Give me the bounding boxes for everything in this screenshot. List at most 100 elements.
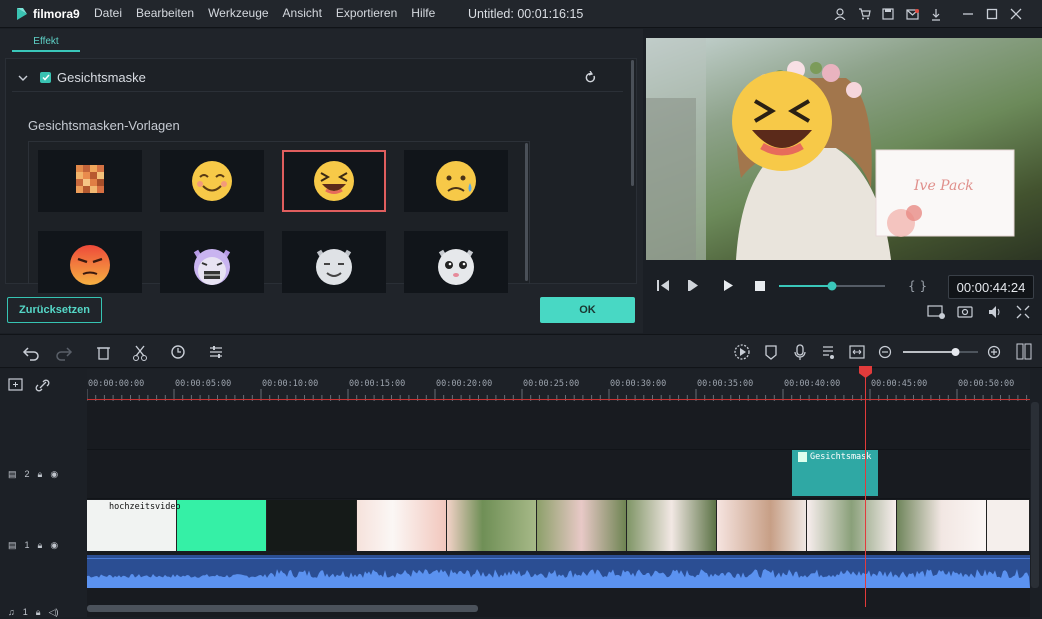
clip-thumbnail bbox=[537, 500, 627, 551]
audio-waveform-clip[interactable] bbox=[87, 555, 1030, 588]
cart-icon[interactable] bbox=[852, 5, 876, 23]
mask-tile-smile[interactable] bbox=[160, 150, 264, 212]
face-mask-checkbox[interactable] bbox=[40, 72, 51, 83]
chevron-down-icon[interactable] bbox=[18, 74, 28, 82]
ruler-tick-label: 00:00:00:00 bbox=[88, 379, 145, 389]
maximize-icon[interactable] bbox=[980, 5, 1004, 23]
mask-tile-pixelate[interactable] bbox=[38, 150, 142, 212]
add-track-icon[interactable] bbox=[8, 378, 23, 391]
minimize-icon[interactable] bbox=[956, 5, 980, 23]
zoom-slider-knob[interactable] bbox=[951, 348, 960, 356]
track-1-header: ▤ 1 🔒︎ ◉ bbox=[0, 535, 87, 555]
laughing-face-mask bbox=[732, 71, 832, 171]
timeline-horizontal-scrollbar[interactable] bbox=[87, 605, 478, 612]
reset-rotate-icon[interactable] bbox=[585, 71, 597, 84]
timeline-top-line bbox=[87, 399, 1030, 400]
section-header: Gesichtsmaske bbox=[12, 64, 623, 92]
menu-hilfe[interactable]: Hilfe bbox=[411, 6, 435, 20]
prev-frame-icon[interactable] bbox=[657, 280, 669, 291]
pixelate-mask-icon bbox=[76, 165, 104, 193]
eye-icon[interactable]: ◉ bbox=[50, 469, 58, 480]
zoom-in-icon[interactable] bbox=[987, 345, 1001, 359]
timeline-ruler[interactable]: 00:00:00:00 00:00:05:00 00:00:10:00 00:0… bbox=[87, 369, 1030, 401]
ruler-tick-label: 00:00:15:00 bbox=[349, 379, 406, 389]
adjust-sliders-icon[interactable] bbox=[210, 346, 222, 358]
clip-thumbnail bbox=[807, 500, 897, 551]
main-video-clip[interactable]: hochzeitsvideo bbox=[87, 500, 1030, 551]
panel-scrollbar[interactable] bbox=[631, 60, 634, 186]
menu-datei[interactable]: Datei bbox=[94, 6, 122, 20]
speaker-icon[interactable]: ◁) bbox=[49, 607, 59, 618]
clip-thumbnail bbox=[627, 500, 717, 551]
fit-timeline-icon[interactable] bbox=[849, 345, 865, 359]
brand-name: filmora9 bbox=[33, 7, 80, 21]
mask-tile-cat-grey[interactable] bbox=[282, 231, 386, 293]
eye-icon[interactable]: ◉ bbox=[50, 540, 58, 551]
save-icon[interactable] bbox=[876, 5, 900, 23]
download-icon[interactable] bbox=[924, 5, 948, 23]
menu-werkzeuge[interactable]: Werkzeuge bbox=[208, 6, 268, 20]
undo-icon[interactable] bbox=[22, 347, 39, 361]
link-icon[interactable] bbox=[35, 379, 50, 392]
lock-icon[interactable]: 🔒︎ bbox=[36, 607, 41, 618]
progress-knob[interactable] bbox=[827, 281, 837, 291]
clip-thumbnail bbox=[897, 500, 987, 551]
mask-tile-cat-cute[interactable] bbox=[404, 231, 508, 293]
menu-ansicht[interactable]: Ansicht bbox=[283, 6, 322, 20]
menu-bearbeiten[interactable]: Bearbeiten bbox=[136, 6, 194, 20]
lock-icon[interactable]: 🔒︎ bbox=[38, 540, 43, 551]
microphone-icon[interactable] bbox=[794, 344, 806, 360]
ok-button[interactable]: OK bbox=[540, 297, 635, 323]
mail-icon[interactable] bbox=[900, 5, 924, 23]
account-icon[interactable] bbox=[828, 5, 852, 23]
angry-emoji-icon bbox=[70, 245, 110, 285]
video-clip-label: hochzeitsvideo bbox=[109, 502, 181, 512]
close-icon[interactable] bbox=[1004, 5, 1028, 23]
mask-tile-sad[interactable] bbox=[404, 150, 508, 212]
clip-thumbnail bbox=[987, 500, 1030, 551]
mask-tile-laugh-selected[interactable] bbox=[282, 150, 386, 212]
ruler-tick-label: 00:00:35:00 bbox=[697, 379, 754, 389]
voiceover-list-icon[interactable] bbox=[823, 346, 834, 359]
templates-label: Gesichtsmasken-Vorlagen bbox=[28, 118, 180, 133]
mask-tile-angry[interactable] bbox=[38, 231, 142, 293]
clip-thumbnail bbox=[447, 500, 537, 551]
current-timecode: 00:00:44:24 bbox=[948, 275, 1034, 299]
render-preview-icon[interactable] bbox=[734, 344, 750, 360]
cat-face-cute-icon bbox=[438, 249, 474, 285]
menu-exportieren[interactable]: Exportieren bbox=[336, 6, 397, 20]
mark-in-out-icon[interactable]: { } bbox=[908, 279, 927, 293]
audio-waveform bbox=[87, 558, 1030, 588]
marker-icon[interactable] bbox=[765, 345, 777, 360]
redo-icon[interactable] bbox=[56, 347, 73, 361]
delete-icon[interactable] bbox=[97, 347, 110, 360]
fullscreen-icon[interactable] bbox=[1016, 305, 1030, 319]
zoom-out-icon[interactable] bbox=[878, 345, 892, 359]
timeline-toolbar bbox=[0, 334, 1042, 368]
volume-icon[interactable] bbox=[989, 306, 1000, 318]
clip-thumbnail bbox=[177, 500, 267, 551]
snapshot-icon[interactable] bbox=[957, 306, 973, 318]
app-logo: filmora9 bbox=[15, 5, 85, 23]
ruler-tick-label: 00:00:05:00 bbox=[175, 379, 232, 389]
clip-thumbnail bbox=[357, 500, 447, 551]
track-1-number: 1 bbox=[24, 540, 30, 550]
panel-layout-icon[interactable] bbox=[1016, 343, 1032, 360]
grid-scrollbar[interactable] bbox=[525, 143, 528, 281]
ruler-tick-label: 00:00:50:00 bbox=[958, 379, 1015, 389]
timeline-vertical-scrollbar[interactable] bbox=[1031, 402, 1039, 588]
display-settings-icon[interactable] bbox=[927, 305, 945, 319]
next-frame-icon[interactable] bbox=[688, 280, 698, 291]
cut-icon[interactable] bbox=[133, 345, 147, 361]
speed-clock-icon[interactable] bbox=[171, 345, 185, 359]
toolbar-icons bbox=[22, 343, 1032, 361]
ruler-tick-label: 00:00:45:00 bbox=[871, 379, 928, 389]
menu-bar: Datei Bearbeiten Werkzeuge Ansicht Expor… bbox=[94, 6, 449, 20]
mask-template-grid bbox=[28, 141, 530, 293]
lock-icon[interactable]: 🔒︎ bbox=[38, 469, 43, 480]
mask-tile-cat-purple[interactable] bbox=[160, 231, 264, 293]
stop-icon[interactable] bbox=[755, 281, 765, 291]
reset-button[interactable]: Zurücksetzen bbox=[7, 297, 102, 323]
track-header-tools bbox=[8, 378, 50, 392]
play-icon[interactable] bbox=[724, 280, 733, 291]
